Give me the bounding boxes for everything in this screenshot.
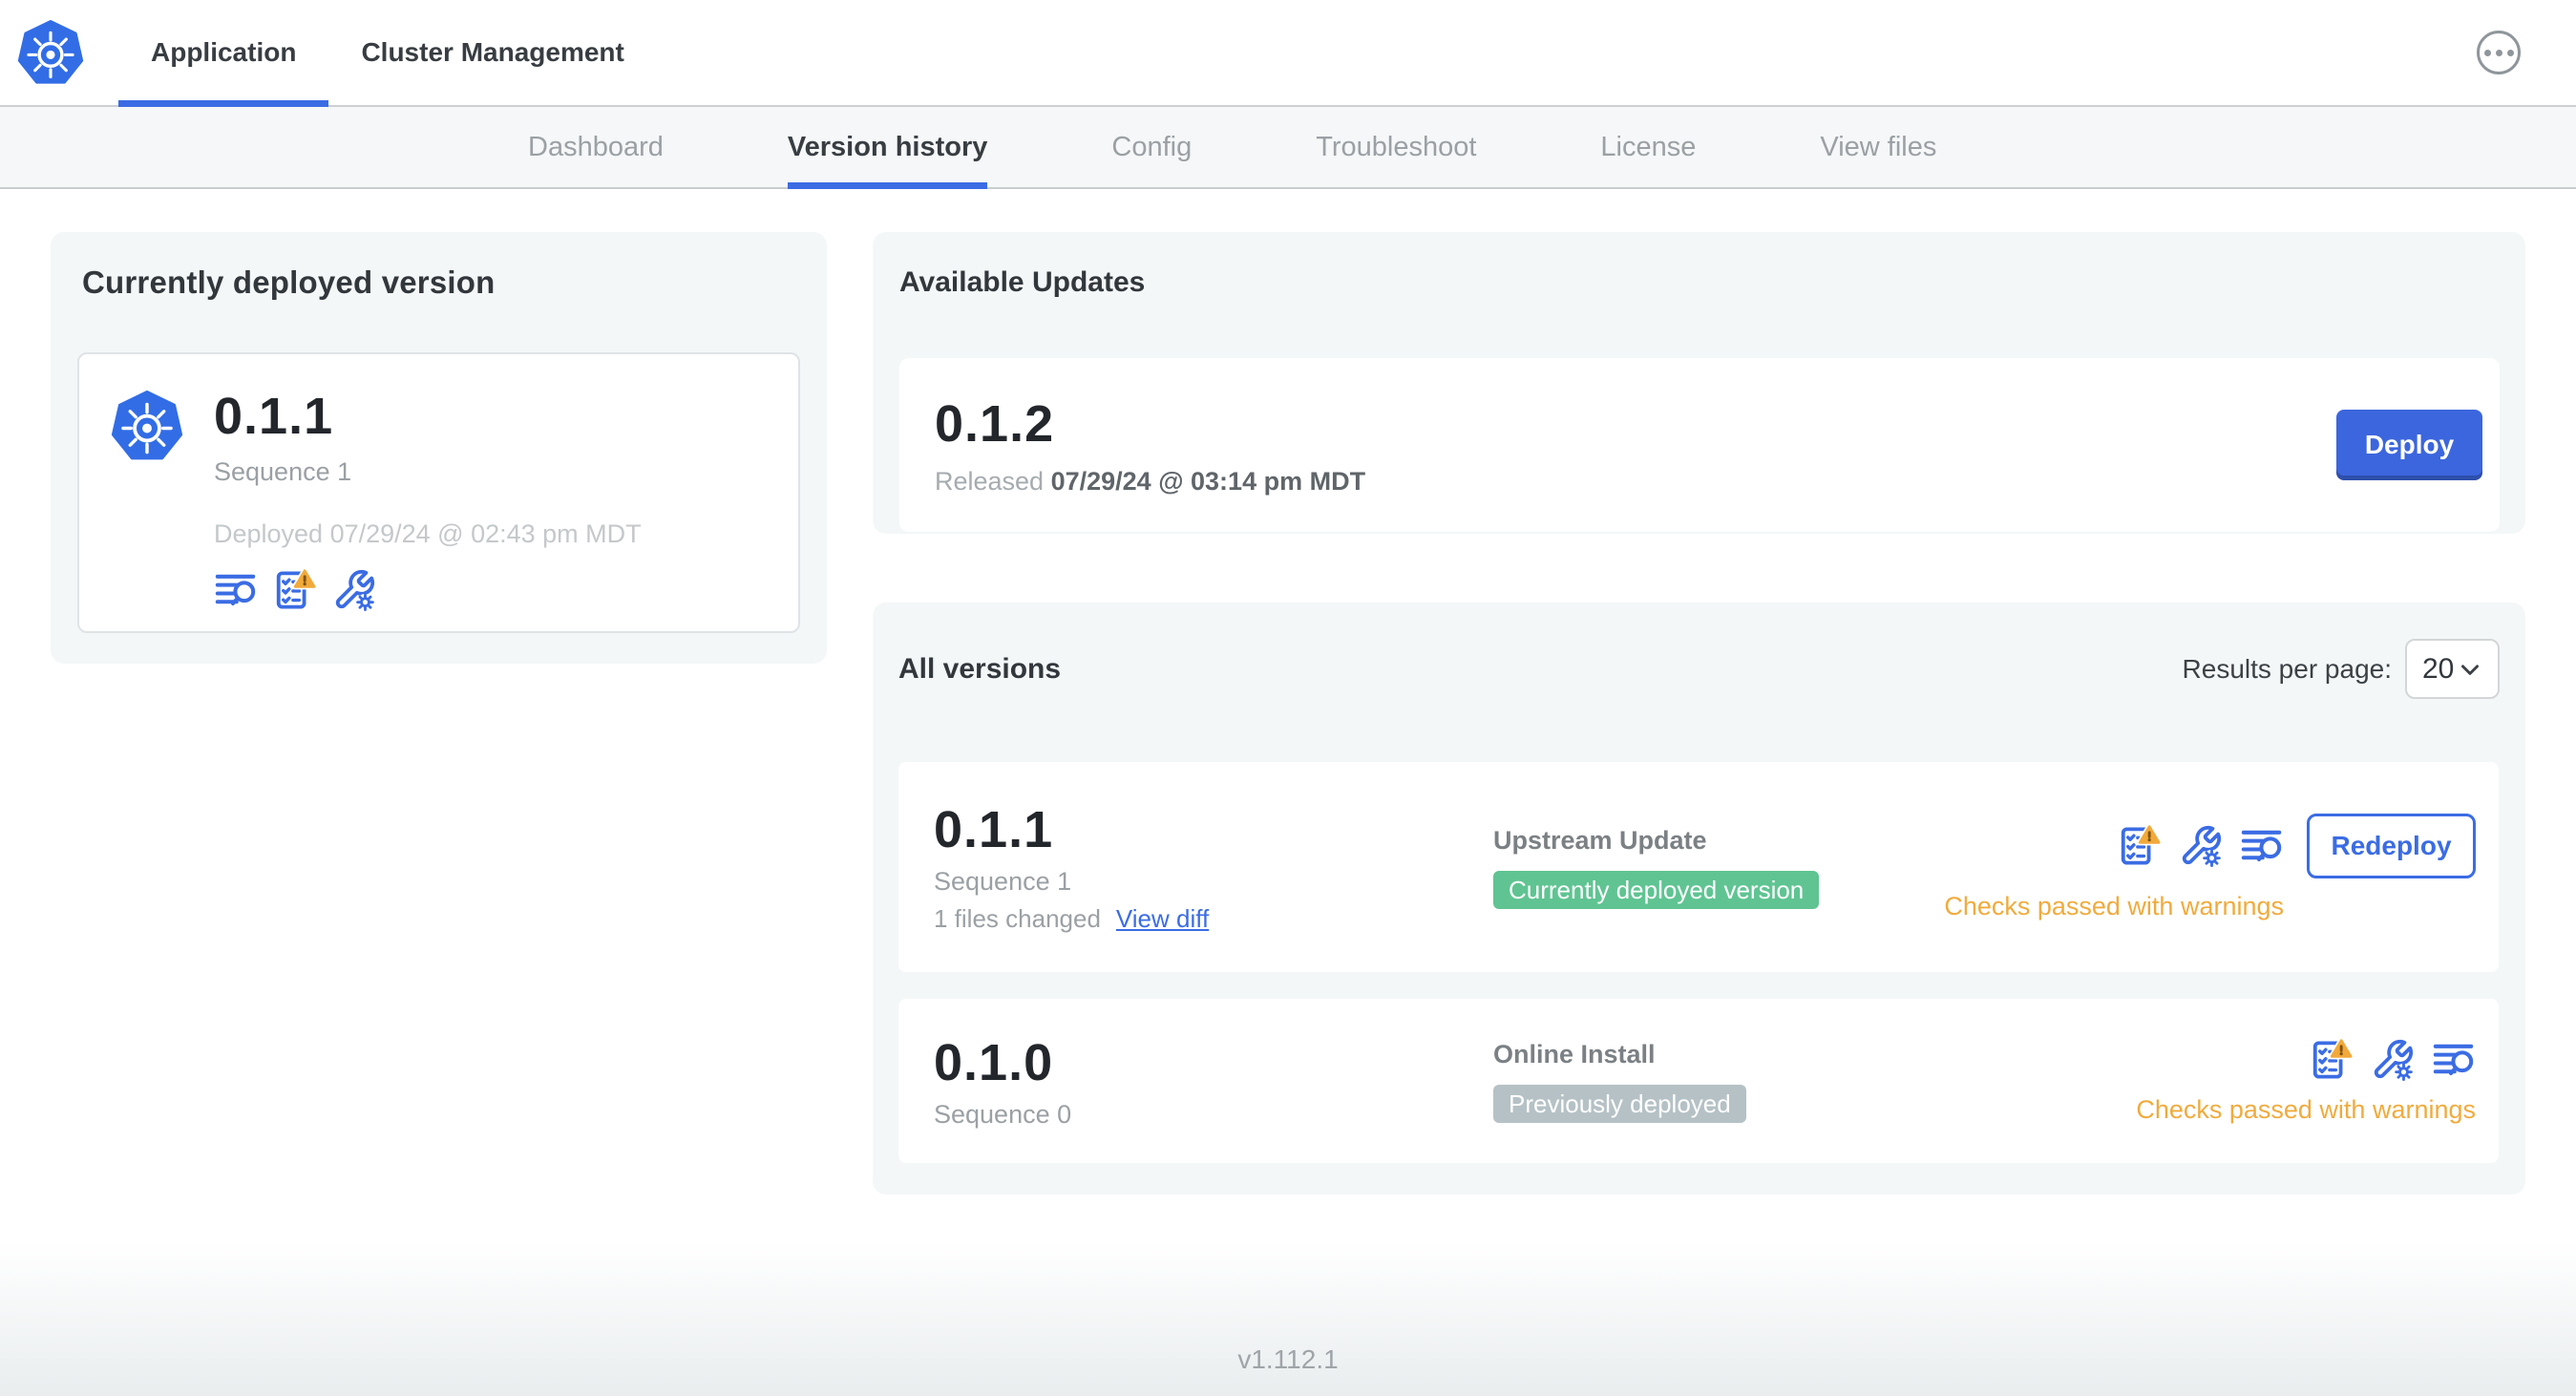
released-label: Released xyxy=(935,466,1045,496)
version-source-label: Upstream Update xyxy=(1493,825,1707,855)
top-nav-tabs: Application Cluster Management xyxy=(118,0,657,107)
row-sequence: Sequence 1 xyxy=(934,867,1072,896)
ellipsis-icon xyxy=(2495,49,2502,56)
update-row: 0.1.2 Released 07/29/24 @ 03:14 pm MDT D… xyxy=(899,358,2500,532)
tab-config[interactable]: Config xyxy=(1111,107,1192,187)
deployed-version-card: 0.1.1 Sequence 1 Deployed 07/29/24 @ 02:… xyxy=(77,352,800,633)
top-nav: Application Cluster Management xyxy=(0,0,2576,107)
row-version-number: 0.1.1 xyxy=(934,801,1054,858)
config-icon[interactable] xyxy=(2371,1038,2415,1082)
version-row-0.1.1: 0.1.1 Sequence 1 1 files changed View di… xyxy=(898,762,2499,972)
logs-icon[interactable] xyxy=(2240,824,2284,868)
preflight-status-text: Checks passed with warnings xyxy=(2136,1094,2476,1124)
update-released-line: Released 07/29/24 @ 03:14 pm MDT xyxy=(935,467,1365,497)
tab-cluster-management[interactable]: Cluster Management xyxy=(328,0,656,105)
results-per-page-value: 20 xyxy=(2422,652,2455,685)
logs-icon[interactable] xyxy=(2432,1038,2476,1082)
tab-view-files[interactable]: View files xyxy=(1820,107,1936,187)
currently-deployed-card: Currently deployed version 0.1.1 Sequenc… xyxy=(51,232,827,664)
deployed-version-number: 0.1.1 xyxy=(214,388,334,445)
deployed-timestamp: Deployed 07/29/24 @ 02:43 pm MDT xyxy=(214,519,642,548)
update-version-number: 0.1.2 xyxy=(935,394,1055,453)
available-updates-card: Available Updates 0.1.2 Released 07/29/2… xyxy=(873,232,2525,534)
config-icon[interactable] xyxy=(2179,824,2223,868)
previously-deployed-badge: Previously deployed xyxy=(1493,1084,1746,1123)
preflight-checks-warning-icon[interactable] xyxy=(2118,824,2162,868)
preflight-checks-warning-icon[interactable] xyxy=(2310,1038,2354,1082)
preflight-checks-warning-icon[interactable] xyxy=(273,568,317,612)
more-menu-button[interactable] xyxy=(2477,31,2521,74)
ellipsis-icon xyxy=(2483,49,2491,56)
console-version: v1.112.1 xyxy=(1237,1344,1339,1374)
config-icon[interactable] xyxy=(332,568,376,612)
sub-nav-tabs: Dashboard Version history Config Trouble… xyxy=(528,107,1936,189)
tab-dashboard[interactable]: Dashboard xyxy=(528,107,664,187)
currently-deployed-title: Currently deployed version xyxy=(82,264,496,300)
row-sequence: Sequence 0 xyxy=(934,1099,1072,1129)
tab-license[interactable]: License xyxy=(1600,107,1696,187)
preflight-status-text: Checks passed with warnings xyxy=(1944,891,2284,920)
version-source-label: Online Install xyxy=(1493,1039,1656,1068)
logs-icon[interactable] xyxy=(214,568,258,612)
all-versions-title: All versions xyxy=(898,652,1062,685)
row-version-number: 0.1.0 xyxy=(934,1033,1054,1091)
ellipsis-icon xyxy=(2506,49,2514,56)
chevron-down-icon xyxy=(2456,655,2484,684)
tab-application[interactable]: Application xyxy=(118,0,329,107)
deploy-button[interactable]: Deploy xyxy=(2336,410,2482,480)
deployed-sequence: Sequence 1 xyxy=(214,457,352,486)
currently-deployed-badge: Currently deployed version xyxy=(1493,870,1820,909)
available-updates-title: Available Updates xyxy=(899,266,1146,298)
app-sub-nav: Dashboard Version history Config Trouble… xyxy=(0,107,2576,189)
admin-console: Application Cluster Management Dashboard… xyxy=(0,0,2576,1396)
kubernetes-app-icon xyxy=(111,391,183,463)
all-versions-card: All versions Results per page: 20 0.1.1 … xyxy=(873,603,2525,1195)
kubernetes-logo-icon xyxy=(17,20,84,87)
results-per-page-label: Results per page: xyxy=(2182,653,2392,684)
version-row-0.1.0: 0.1.0 Sequence 0 Online Install Previous… xyxy=(898,999,2499,1163)
released-timestamp: 07/29/24 @ 03:14 pm MDT xyxy=(1050,466,1366,496)
page-footer: v1.112.1 xyxy=(0,1241,2576,1396)
files-changed-label: 1 files changed xyxy=(934,904,1101,933)
tab-troubleshoot[interactable]: Troubleshoot xyxy=(1316,107,1476,187)
view-diff-link[interactable]: View diff xyxy=(1116,904,1209,934)
redeploy-button[interactable]: Redeploy xyxy=(2307,813,2476,878)
results-per-page-select[interactable]: 20 xyxy=(2405,639,2500,699)
tab-version-history[interactable]: Version history xyxy=(787,107,987,189)
